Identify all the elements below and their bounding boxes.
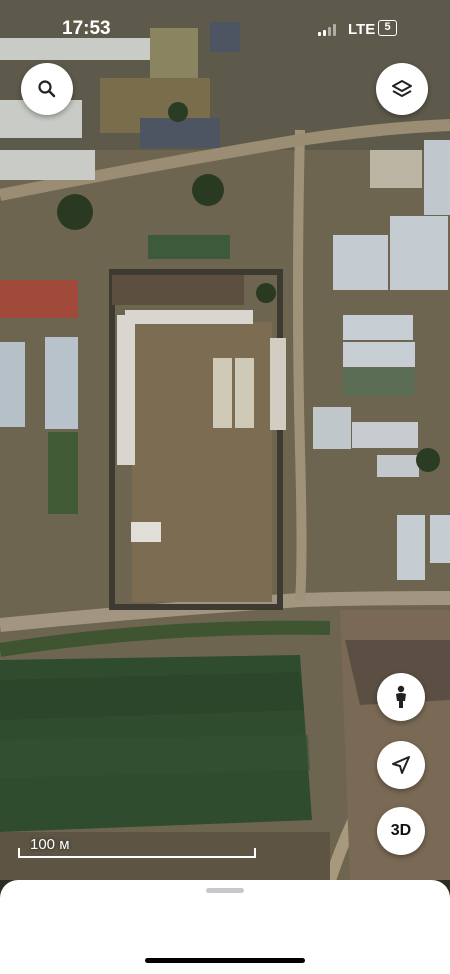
search-button[interactable] [21,63,73,115]
pegman-icon [396,685,406,708]
sheet-drag-handle[interactable] [206,888,244,893]
street-view-button[interactable] [377,673,425,721]
navigation-arrow-icon [392,756,410,774]
layers-button[interactable] [376,63,428,115]
status-bar: 17:53 LTE 5 [0,0,450,56]
network-type: LTE [348,21,376,38]
scale-label: 100 м [30,836,70,853]
3d-view-button[interactable]: 3D [377,807,425,855]
map-scale-bar: 100 м [18,836,256,858]
search-icon [38,80,56,98]
scale-tick-right [254,848,256,858]
my-location-button[interactable] [377,741,425,789]
battery-icon: 5 [378,20,397,36]
clock: 17:53 [62,18,111,39]
cellular-signal-icon [318,24,338,36]
scale-tick-left [18,848,20,858]
scale-line [18,856,256,858]
bottom-sheet[interactable] [0,880,450,974]
layers-icon [392,80,412,97]
home-indicator[interactable] [145,958,305,963]
